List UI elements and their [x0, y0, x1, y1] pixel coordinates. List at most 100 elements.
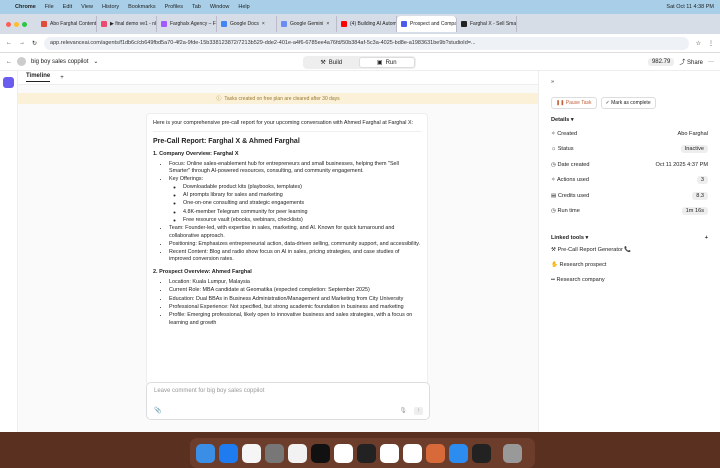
more-icon[interactable]: ···: [708, 59, 714, 65]
tab-favicon-icon: [41, 21, 47, 27]
detail-row: ▤ Credits used8.3: [551, 188, 708, 204]
add-tool-button[interactable]: +: [705, 235, 708, 241]
left-rail: [0, 71, 18, 432]
run-button[interactable]: ▣Run: [359, 57, 416, 68]
forward-icon[interactable]: →: [19, 40, 25, 46]
report-message: Here is your comprehensive pre-call repo…: [146, 113, 428, 385]
tab-title: Google Gemini: [290, 21, 323, 27]
linked-tool[interactable]: ✋ Research prospect: [551, 262, 708, 277]
dock-chatgpt-icon[interactable]: [403, 444, 422, 463]
url-input[interactable]: app.relevanceai.com/agents/f1db6c/cb649f…: [44, 37, 689, 50]
attach-icon[interactable]: 📎: [154, 407, 161, 414]
list-item: One-on-one consulting and strategic enga…: [183, 200, 421, 207]
dock-docker-icon[interactable]: [449, 444, 468, 463]
send-button[interactable]: ↑: [414, 407, 423, 415]
window-controls[interactable]: [6, 22, 27, 27]
browser-tab[interactable]: Google Gemini×: [277, 16, 337, 32]
mark-complete-button[interactable]: ✓ Mark as complete: [601, 97, 656, 109]
browser-tab[interactable]: Farghal X - Sell Smart×: [457, 16, 517, 32]
dock-messages-icon[interactable]: [357, 444, 376, 463]
detail-value: Inactive: [681, 145, 708, 153]
browser-tab[interactable]: Prospect and Compa×: [397, 16, 457, 32]
linked-tools-toggle[interactable]: Linked tools ▾: [551, 235, 588, 241]
list-item: Current Role: MBA candidate at Geomatika…: [169, 287, 421, 294]
dock-trash-icon[interactable]: [503, 444, 522, 463]
browser-tab[interactable]: Google Docs×: [217, 16, 277, 32]
detail-row: ✧ CreatedAbo Farghal: [551, 126, 708, 142]
detail-label: ☼ Status: [551, 146, 574, 152]
bookmark-star-icon[interactable]: ☆: [696, 40, 701, 47]
close-tab-icon[interactable]: ×: [262, 21, 265, 27]
clock[interactable]: Sat Oct 11 4:38 PM: [666, 4, 714, 10]
dock: [190, 438, 535, 468]
menu-edit[interactable]: Edit: [63, 4, 72, 10]
close-tab-icon[interactable]: ×: [326, 21, 329, 27]
menu-view[interactable]: View: [81, 4, 93, 10]
agent-avatar: [17, 57, 26, 66]
dock-notion-icon[interactable]: [380, 444, 399, 463]
menu-profiles[interactable]: Profiles: [165, 4, 183, 10]
timeline-panel: Timeline+ ⓘTasks created on free plan ar…: [18, 71, 538, 432]
tool-name: Research company: [556, 277, 604, 283]
dock-app-store-icon[interactable]: [219, 444, 238, 463]
agent-name[interactable]: big boy sales coppilot: [31, 59, 88, 65]
section-heading: 1. Company Overview: Farghal X: [153, 151, 421, 158]
back-arrow-icon[interactable]: ←: [6, 59, 12, 65]
reload-icon[interactable]: ↻: [32, 40, 37, 47]
detail-label: ◷ Run time: [551, 208, 580, 214]
detail-row: ✧ Actions used3: [551, 173, 708, 189]
back-icon[interactable]: ←: [6, 40, 12, 46]
build-run-toggle: ⚒Build ▣Run: [303, 56, 416, 69]
tab-title: Google Docs: [230, 21, 259, 27]
dock-finder-icon[interactable]: [196, 444, 215, 463]
menu-tab[interactable]: Tab: [192, 4, 201, 10]
linked-tool[interactable]: ⚒ Pre-Call Report Generator 📞: [551, 247, 708, 262]
details-toggle[interactable]: Details ▾: [551, 117, 708, 123]
tool-name: Research prospect: [560, 262, 607, 268]
extensions-icon[interactable]: ⋮: [708, 40, 714, 47]
browser-tab[interactable]: Abo Farghal Content P×: [37, 16, 97, 32]
edit-icon[interactable]: [3, 77, 14, 88]
dock-claude-icon[interactable]: [426, 444, 445, 463]
detail-label-text: Status: [558, 146, 574, 152]
menu-file[interactable]: File: [45, 4, 54, 10]
chevron-down-icon[interactable]: ⌄: [93, 58, 98, 65]
app-header: ← big boy sales coppilot ⌄ ⚒Build ▣Run 9…: [0, 53, 720, 71]
build-button[interactable]: ⚒Build: [304, 57, 359, 68]
list-item: Positioning: Emphasizes entrepreneurial …: [169, 241, 421, 248]
detail-icon: ▤: [551, 193, 558, 199]
tab-timeline[interactable]: Timeline: [26, 73, 50, 82]
pause-task-button[interactable]: ❚❚ Pause Task: [551, 97, 597, 109]
dock-chrome-icon[interactable]: [288, 444, 307, 463]
mic-icon[interactable]: 🎙: [399, 407, 407, 414]
add-tab-button[interactable]: +: [60, 75, 64, 81]
credits-badge[interactable]: 982.79: [648, 58, 674, 66]
menu-bookmarks[interactable]: Bookmarks: [128, 4, 156, 10]
tool-name: Pre-Call Report Generator 📞: [558, 247, 632, 253]
detail-label-text: Run time: [557, 208, 579, 214]
comment-input[interactable]: Leave comment for big boy sales coppilot: [154, 388, 422, 394]
detail-label-text: Actions used: [557, 177, 589, 183]
dock-reminders-icon[interactable]: [242, 444, 261, 463]
menu-app[interactable]: Chrome: [15, 4, 36, 10]
linked-tool[interactable]: •• Research company: [551, 277, 708, 292]
tab-favicon-icon: [101, 21, 107, 27]
list-item: 4.8K-member Telegram community for peer …: [183, 209, 421, 216]
menu-window[interactable]: Window: [210, 4, 230, 10]
dock-arc-icon[interactable]: [311, 444, 330, 463]
collapse-panel-icon[interactable]: »: [551, 79, 708, 85]
detail-icon: ☼: [551, 146, 558, 152]
detail-label: ✧ Created: [551, 131, 577, 137]
tool-icon: ⚒: [551, 247, 558, 253]
browser-tab[interactable]: Farghalx Agency – Fig×: [157, 16, 217, 32]
dock-other-icon[interactable]: [472, 444, 491, 463]
details-panel: » ❚❚ Pause Task ✓ Mark as complete Detai…: [538, 71, 720, 432]
dock-system-settings-icon[interactable]: [265, 444, 284, 463]
browser-tab[interactable]: ▶ final demo ve1 - n8n×: [97, 16, 157, 32]
share-button[interactable]: ⤴ Share: [679, 57, 703, 66]
menu-history[interactable]: History: [102, 4, 119, 10]
dock-capcut-icon[interactable]: [334, 444, 353, 463]
menu-help[interactable]: Help: [238, 4, 249, 10]
browser-tab[interactable]: (4) Building AI Autom×: [337, 16, 397, 32]
detail-value: 1m 16s: [682, 207, 708, 215]
